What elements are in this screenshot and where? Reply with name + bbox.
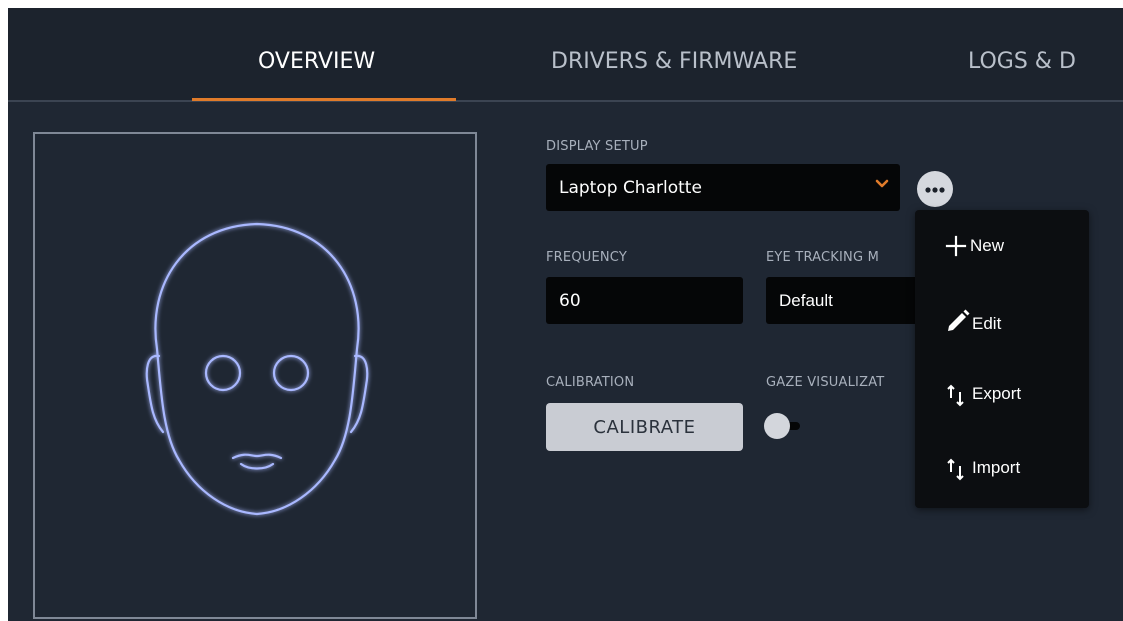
pencil-icon <box>948 309 970 331</box>
active-tab-indicator <box>192 98 456 101</box>
menu-item-label: Edit <box>972 314 1002 333</box>
gaze-visualization-label: GAZE VISUALIZAT <box>766 375 885 390</box>
app-window: OVERVIEW DRIVERS & FIRMWARE LOGS & D DIS… <box>8 8 1123 621</box>
eye-tracking-mode-select[interactable]: Default <box>766 277 916 324</box>
frequency-value: 60 <box>559 290 581 311</box>
tab-logs[interactable]: LOGS & D <box>968 8 1076 100</box>
tab-overview[interactable]: OVERVIEW <box>258 8 375 100</box>
tab-drivers-firmware[interactable]: DRIVERS & FIRMWARE <box>551 8 797 100</box>
menu-item-export[interactable]: Export <box>915 358 1089 430</box>
menu-item-edit[interactable]: Edit <box>915 284 1089 356</box>
display-setup-value: Laptop Charlotte <box>559 177 702 198</box>
frequency-label: FREQUENCY <box>546 250 627 265</box>
sort-arrows-icon <box>947 384 964 407</box>
eye-tracking-mode-value: Default <box>779 290 833 310</box>
chevron-down-icon <box>875 179 889 188</box>
head-outline-icon <box>145 222 369 516</box>
display-setup-label: DISPLAY SETUP <box>546 139 648 154</box>
sort-arrows-icon <box>947 458 964 481</box>
menu-item-import[interactable]: Import <box>915 432 1089 504</box>
gaze-visualization-toggle[interactable] <box>764 413 816 439</box>
toggle-knob <box>764 413 790 439</box>
eye-tracking-mode-label: EYE TRACKING M <box>766 250 879 265</box>
more-horizontal-icon <box>925 187 945 193</box>
menu-item-label: Import <box>972 458 1021 477</box>
display-setup-select[interactable]: Laptop Charlotte <box>546 164 900 211</box>
head-preview-panel <box>33 132 477 619</box>
menu-item-label: New <box>970 236 1005 255</box>
tab-bar: OVERVIEW DRIVERS & FIRMWARE LOGS & D <box>8 8 1123 102</box>
plus-icon <box>945 235 967 257</box>
menu-item-new[interactable]: New <box>915 210 1089 282</box>
more-options-button[interactable] <box>917 171 953 207</box>
calibration-label: CALIBRATION <box>546 375 635 390</box>
menu-item-label: Export <box>972 384 1022 403</box>
more-options-menu: New Edit Export Import <box>915 210 1089 508</box>
calibrate-button[interactable]: CALIBRATE <box>546 403 743 451</box>
frequency-field[interactable]: 60 <box>546 277 743 324</box>
